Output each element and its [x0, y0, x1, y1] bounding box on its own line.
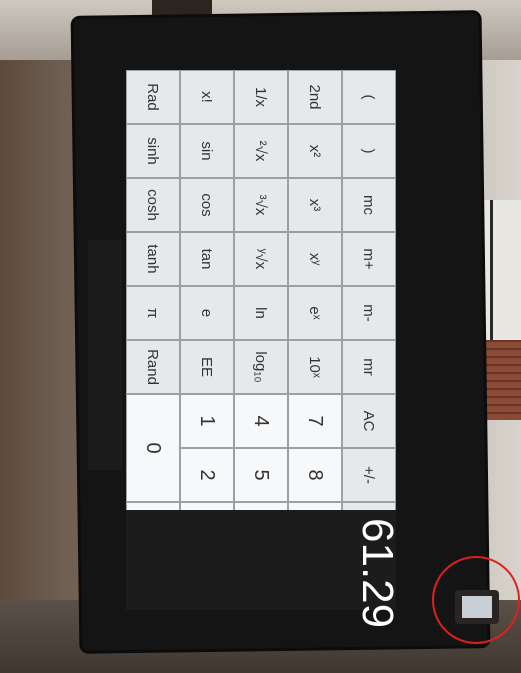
calc-key[interactable]: ( [342, 70, 396, 124]
photo-scene: ()mcm+m-mrAC+/-%÷2ndx²x³xʸeˣ10ˣ789×1/x²√… [0, 0, 521, 673]
calc-key[interactable]: 7 [288, 394, 342, 448]
calculator-screen: ()mcm+m-mrAC+/-%÷2ndx²x³xʸeˣ10ˣ789×1/x²√… [126, 70, 402, 628]
calc-key[interactable]: ²√x [234, 124, 288, 178]
highlight-circle [432, 556, 520, 644]
calc-key[interactable]: log₁₀ [234, 340, 288, 394]
calc-key[interactable]: eˣ [288, 286, 342, 340]
calc-key[interactable]: 2nd [288, 70, 342, 124]
calc-key[interactable]: 0 [126, 394, 180, 502]
calc-key[interactable]: cosh [126, 178, 180, 232]
calc-key[interactable]: 4 [234, 394, 288, 448]
calc-key[interactable]: xʸ [288, 232, 342, 286]
calc-key[interactable]: x² [288, 124, 342, 178]
calc-key[interactable]: π [126, 286, 180, 340]
calc-key[interactable]: 10ˣ [288, 340, 342, 394]
calc-key[interactable]: x! [180, 70, 234, 124]
calc-key[interactable]: ʸ√x [234, 232, 288, 286]
calc-key[interactable]: sin [180, 124, 234, 178]
calc-key[interactable]: ) [342, 124, 396, 178]
calc-key[interactable]: m- [342, 286, 396, 340]
calc-key[interactable]: e [180, 286, 234, 340]
calc-key[interactable]: tanh [126, 232, 180, 286]
calc-key[interactable]: 5 [234, 448, 288, 502]
display-value: 61.29 [353, 518, 402, 629]
calc-key[interactable]: Rand [126, 340, 180, 394]
calc-key[interactable]: 1 [180, 394, 234, 448]
calc-key[interactable]: ³√x [234, 178, 288, 232]
calc-key[interactable]: sinh [126, 124, 180, 178]
calc-key[interactable]: EE [180, 340, 234, 394]
calc-key[interactable]: x³ [288, 178, 342, 232]
calc-key[interactable]: AC [342, 394, 396, 448]
calc-key[interactable]: m+ [342, 232, 396, 286]
calc-key[interactable]: 8 [288, 448, 342, 502]
calc-key[interactable]: tan [180, 232, 234, 286]
calc-key[interactable]: Rad [126, 70, 180, 124]
calc-key[interactable]: 2 [180, 448, 234, 502]
calc-key[interactable]: mr [342, 340, 396, 394]
calc-key[interactable]: +/- [342, 448, 396, 502]
calc-key[interactable]: cos [180, 178, 234, 232]
calc-key[interactable]: mc [342, 178, 396, 232]
tv-bezel [88, 240, 122, 470]
calc-key[interactable]: 1/x [234, 70, 288, 124]
calc-key[interactable]: ln [234, 286, 288, 340]
